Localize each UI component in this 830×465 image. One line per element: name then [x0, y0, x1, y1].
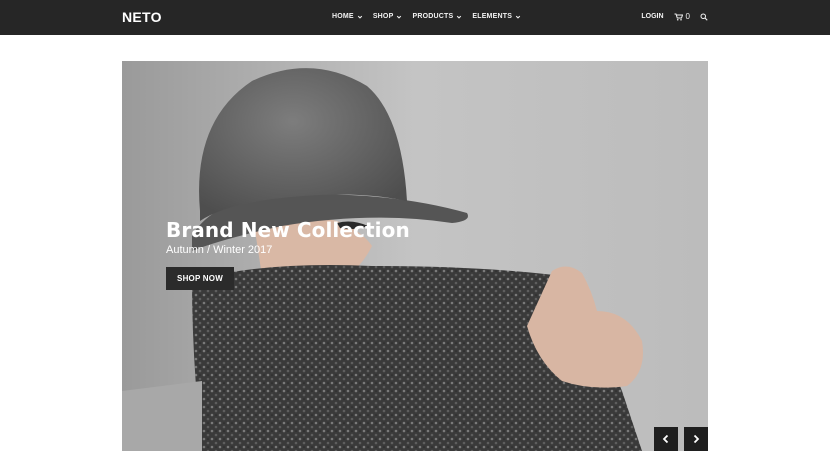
- chevron-down-icon: [397, 15, 402, 19]
- menu-item-label: SHOP: [372, 13, 394, 20]
- slider-next-button[interactable]: [684, 427, 708, 451]
- chevron-right-icon: [693, 434, 700, 444]
- hero-subtitle: Autumn / Winter 2017: [166, 244, 273, 256]
- shop-now-button[interactable]: SHOP NOW: [166, 267, 234, 290]
- right-nav: LOGIN 0: [641, 12, 708, 21]
- hero-title: Brand New Collection: [166, 218, 410, 242]
- brand-logo[interactable]: NETO: [122, 9, 162, 25]
- menu-item-label: HOME: [332, 13, 354, 20]
- hero-image: [122, 61, 708, 451]
- main-menu: HOME SHOP PRODUCTS ELEMENTS: [332, 13, 521, 20]
- chevron-down-icon: [357, 15, 362, 19]
- cart-icon: [674, 13, 683, 21]
- chevron-left-icon: [662, 434, 669, 444]
- menu-item-label: ELEMENTS: [472, 13, 513, 20]
- hero-slider: Brand New Collection Autumn / Winter 201…: [122, 61, 708, 451]
- menu-item-shop[interactable]: SHOP: [373, 13, 403, 20]
- menu-item-label: PRODUCTS: [412, 13, 454, 20]
- top-navbar: NETO HOME SHOP PRODUCTS ELEMENTS LOGIN 0: [0, 0, 830, 35]
- menu-item-elements[interactable]: ELEMENTS: [472, 13, 521, 20]
- login-link[interactable]: LOGIN: [641, 13, 663, 20]
- slider-prev-button[interactable]: [654, 427, 678, 451]
- search-icon[interactable]: [700, 13, 708, 21]
- chevron-down-icon: [515, 15, 521, 19]
- cart-button[interactable]: 0: [674, 12, 690, 21]
- menu-item-products[interactable]: PRODUCTS: [412, 13, 462, 20]
- menu-item-home[interactable]: HOME: [332, 13, 363, 20]
- chevron-down-icon: [457, 15, 462, 19]
- cart-count: 0: [685, 12, 690, 21]
